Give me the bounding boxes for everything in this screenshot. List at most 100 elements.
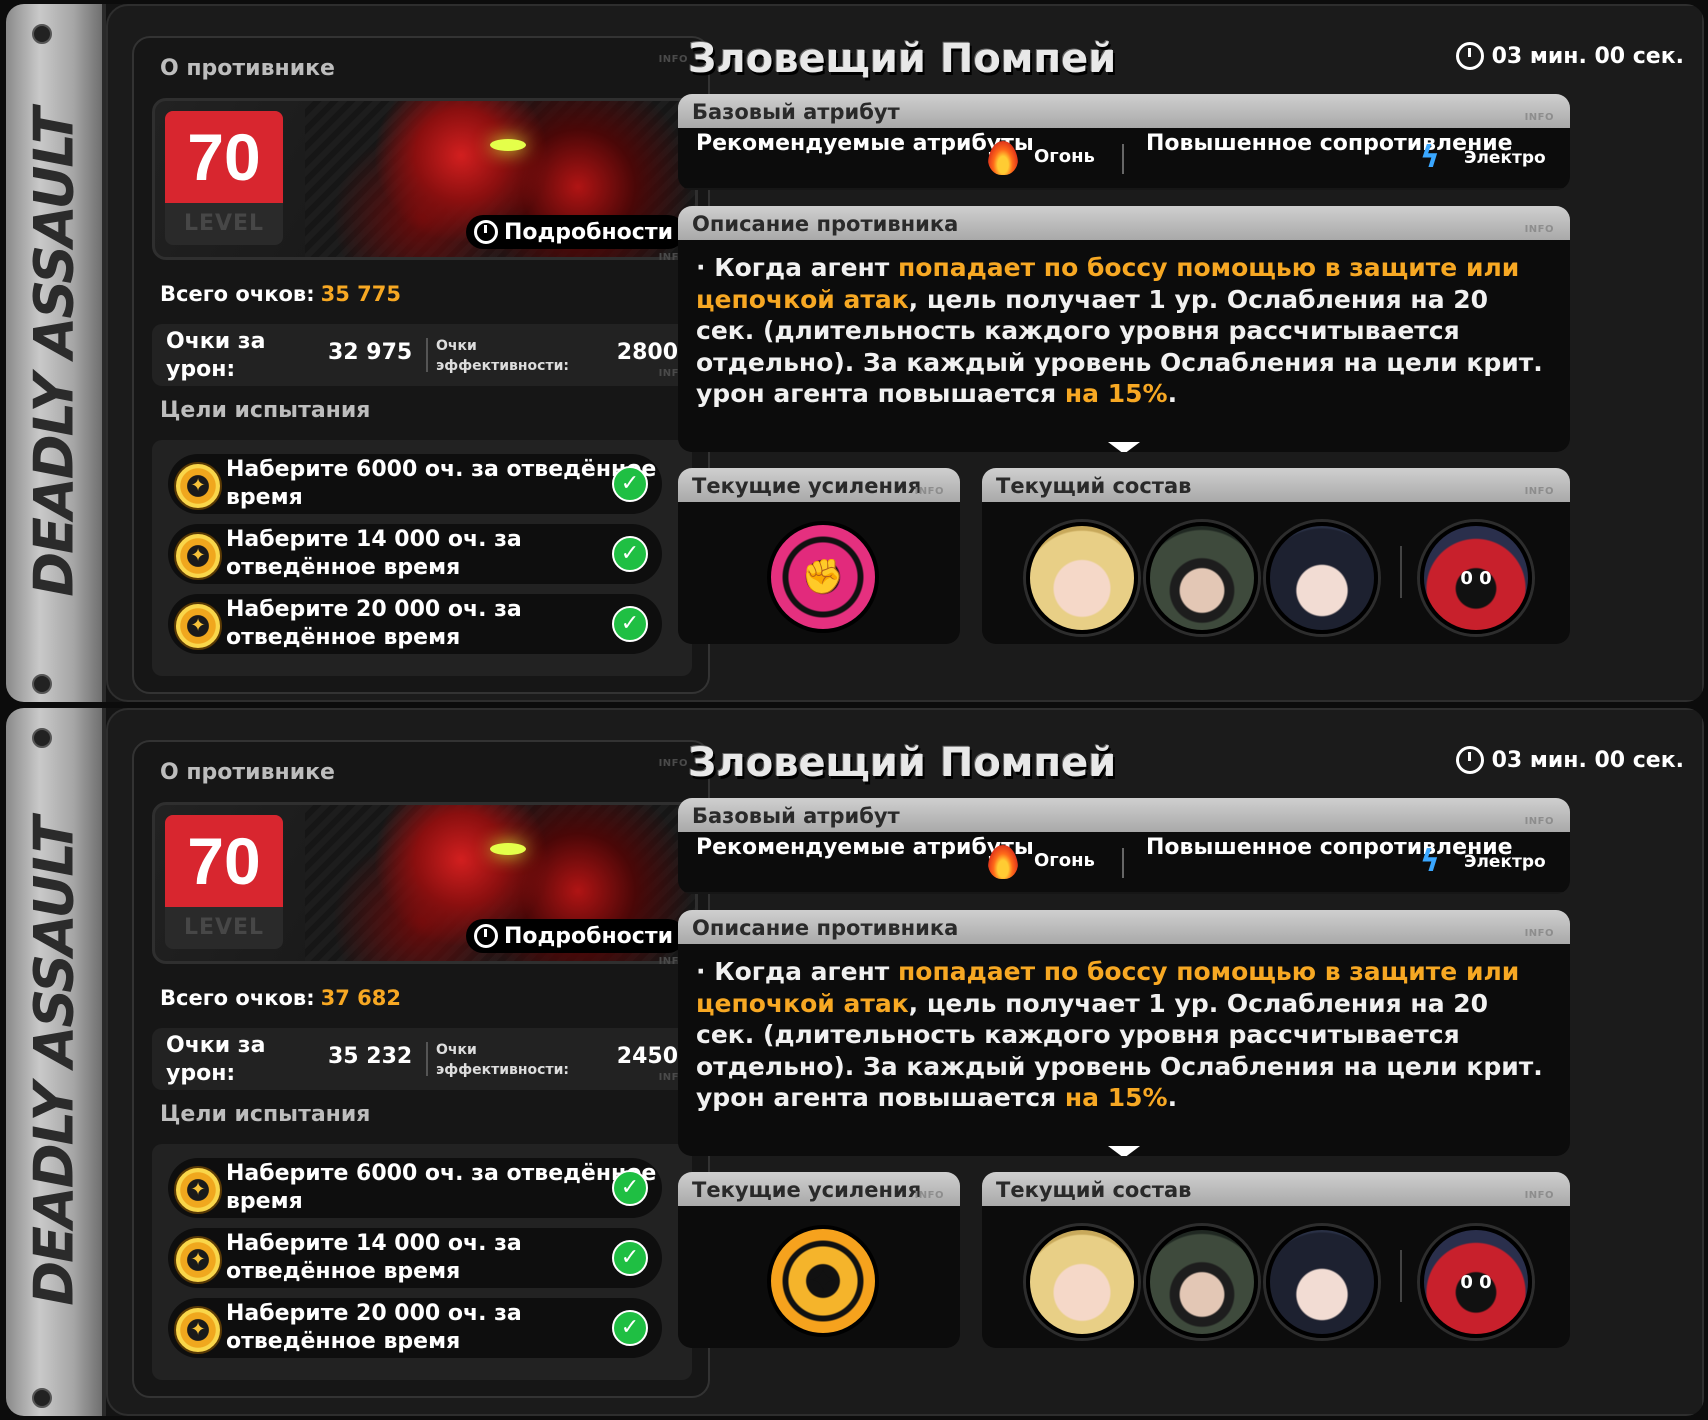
level-badge: 70 LEVEL: [165, 815, 283, 949]
team-header: Текущий состав INFO: [982, 468, 1570, 502]
details-label: Подробности: [503, 219, 673, 245]
goals-list: Наберите 6000 оч. за отведённое время ✓ …: [152, 1144, 692, 1380]
resistance-label: Повышенное сопротивление: [1146, 131, 1513, 156]
description-part: · Когда агент: [696, 957, 898, 986]
timer-icon: [1455, 746, 1484, 774]
agent-avatar[interactable]: [1026, 1226, 1138, 1338]
description-part: · Когда агент: [696, 253, 898, 282]
details-icon: [473, 924, 498, 948]
base-attribute-header: Базовый атрибут INFO: [678, 798, 1570, 832]
buffs-title: Текущие усиления: [692, 1178, 922, 1202]
goals-list: Наберите 6000 оч. за отведённое время ✓ …: [152, 440, 692, 676]
enemy-description-box[interactable]: Описание противника INFO · Когда агент п…: [678, 910, 1570, 1156]
efficiency-score-value: 2800: [616, 340, 678, 365]
agent-avatar[interactable]: [1146, 522, 1258, 634]
recommended-label: Рекомендуемые атрибуты: [696, 835, 1034, 860]
efficiency-score-label: Очки эффективности:: [436, 1042, 569, 1078]
divider: [426, 1042, 428, 1076]
goal-text: Наберите 20 000 оч. за отведённое время: [226, 1301, 522, 1354]
electric-icon: ϟ: [1420, 140, 1440, 175]
bangboo-avatar[interactable]: 0 0: [1420, 522, 1532, 634]
bangboo-avatar[interactable]: 0 0: [1420, 1226, 1532, 1338]
goal-item: Наберите 20 000 оч. за отведённое время …: [168, 594, 662, 654]
time-limit: 03 мин. 00 сек.: [1455, 746, 1684, 774]
goal-item: Наберите 14 000 оч. за отведённое время …: [168, 1228, 662, 1288]
goal-medal-icon: [174, 1306, 222, 1354]
divider: [1122, 144, 1124, 174]
goal-text: Наберите 6000 оч. за отведённое время: [226, 457, 657, 510]
description-header: Описание противника INFO: [678, 206, 1570, 240]
screw-icon: [32, 674, 52, 694]
recommended-value: Огонь: [1034, 146, 1095, 167]
level-number: 70: [165, 815, 283, 907]
check-icon: ✓: [612, 1240, 648, 1276]
details-button[interactable]: Подробности: [465, 919, 685, 953]
resistance-value: Электро: [1464, 852, 1546, 872]
score-breakdown: Очки за урон: 32 975 Очки эффективности:…: [152, 324, 692, 386]
buff-icon[interactable]: ✦: [767, 1225, 879, 1337]
buffs-body: ✊: [678, 502, 960, 644]
total-score-label: Всего очков:: [160, 282, 315, 306]
base-attribute-header: Базовый атрибут INFO: [678, 94, 1570, 128]
agent-avatar[interactable]: [1266, 1226, 1378, 1338]
total-score: Всего очков: 35 775: [160, 282, 401, 306]
info-tag[interactable]: INFO: [659, 54, 688, 65]
side-rail: DEADLY ASSAULT: [6, 708, 106, 1416]
base-attribute-title: Базовый атрибут: [692, 804, 900, 828]
panel-content: О противнике INFO 70 LEVEL Подробности I…: [106, 708, 1704, 1416]
description-part: .: [1167, 1083, 1178, 1112]
resistance-value: Электро: [1464, 148, 1546, 168]
buffs-body: ✦: [678, 1206, 960, 1348]
score-breakdown: Очки за урон: 35 232 Очки эффективности:…: [152, 1028, 692, 1090]
damage-score-label: Очки за урон:: [166, 1033, 266, 1086]
team-title: Текущий состав: [996, 474, 1192, 498]
team-header: Текущий состав INFO: [982, 1172, 1570, 1206]
mode-brand-logo: DEADLY ASSAULT: [22, 109, 86, 597]
agent-avatar[interactable]: [1146, 1226, 1258, 1338]
boss-portrait: 70 LEVEL Подробности: [152, 802, 698, 964]
info-tag[interactable]: INFO: [659, 758, 688, 769]
level-caption: LEVEL: [183, 915, 265, 940]
agent-avatar[interactable]: [1026, 522, 1138, 634]
current-buffs-box: Текущие усиления INFO ✊: [678, 468, 960, 644]
details-label: Подробности: [503, 923, 673, 949]
current-team-box: Текущий состав INFO 0 0: [982, 468, 1570, 644]
enemy-description-box[interactable]: Описание противника INFO · Когда агент п…: [678, 206, 1570, 452]
details-button[interactable]: Подробности: [465, 215, 685, 249]
check-icon: ✓: [612, 536, 648, 572]
boss-name: Зловещий Помпей: [688, 36, 1117, 82]
expand-arrow-icon[interactable]: [1108, 1146, 1140, 1156]
panel-content: О противнике INFO 70 LEVEL Подробности I…: [106, 4, 1704, 702]
mode-brand-logo: DEADLY ASSAULT: [22, 818, 86, 1306]
check-icon: ✓: [612, 1170, 648, 1206]
goal-medal-icon: [174, 532, 222, 580]
description-highlight: на 15%: [1064, 379, 1168, 408]
divider: [1400, 1250, 1402, 1302]
recommended-label: Рекомендуемые атрибуты: [696, 131, 1034, 156]
goal-item: Наберите 14 000 оч. за отведённое время …: [168, 524, 662, 584]
check-icon: ✓: [612, 466, 648, 502]
details-icon: [473, 220, 498, 244]
resistance-label: Повышенное сопротивление: [1146, 835, 1513, 860]
team-body: 0 0: [982, 502, 1570, 644]
attribute-row: Рекомендуемые атрибуты Огонь Повышенное …: [678, 128, 1570, 188]
goal-text: Наберите 14 000 оч. за отведённое время: [226, 1231, 522, 1284]
deadly-assault-result-panel-1: DEADLY ASSAULT О противнике INFO 70 LEVE…: [6, 4, 1704, 702]
check-icon: ✓: [612, 606, 648, 642]
goal-item: Наберите 20 000 оч. за отведённое время …: [168, 1298, 662, 1358]
agent-avatar[interactable]: [1266, 522, 1378, 634]
level-badge: 70 LEVEL: [165, 111, 283, 245]
efficiency-score-value: 2450: [616, 1044, 678, 1069]
buffs-header: Текущие усиления INFO: [678, 468, 960, 502]
boss-eye-glow: [490, 139, 526, 151]
goal-medal-icon: [174, 1236, 222, 1284]
side-rail: DEADLY ASSAULT: [6, 4, 106, 702]
damage-score-value: 32 975: [328, 340, 413, 365]
buff-icon[interactable]: ✊: [767, 521, 879, 633]
total-score: Всего очков: 37 682: [160, 986, 401, 1010]
goal-item: Наберите 6000 оч. за отведённое время ✓: [168, 1158, 662, 1218]
current-team-box: Текущий состав INFO 0 0: [982, 1172, 1570, 1348]
expand-arrow-icon[interactable]: [1108, 442, 1140, 452]
timer-icon: [1455, 42, 1484, 70]
fire-icon: [988, 141, 1018, 175]
